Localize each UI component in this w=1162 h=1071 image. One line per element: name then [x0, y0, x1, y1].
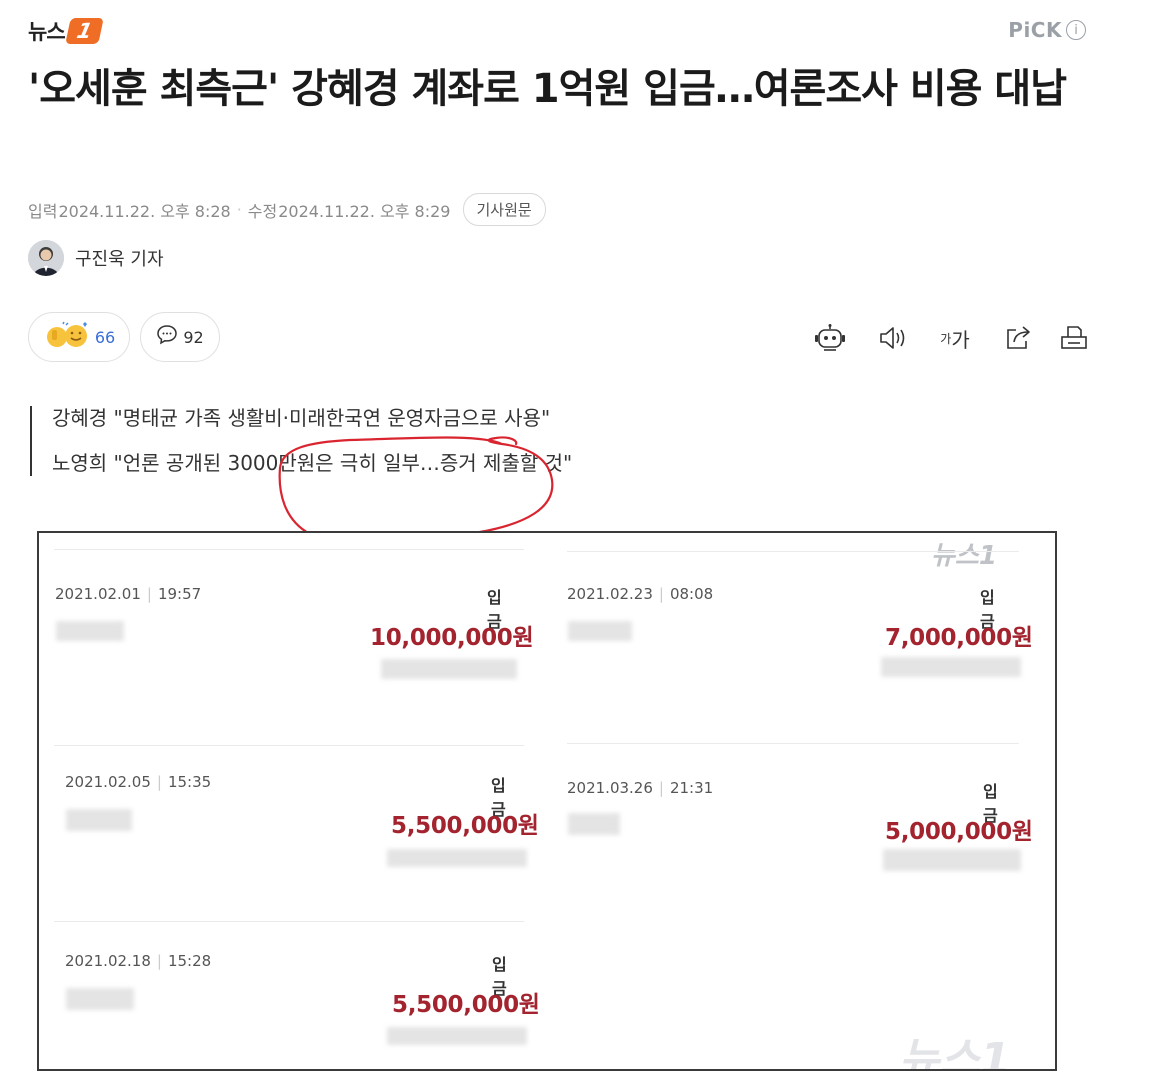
redacted-account — [387, 1027, 527, 1045]
redacted-name — [568, 621, 632, 641]
reaction-button[interactable]: 66 — [28, 312, 130, 362]
print-icon[interactable] — [1057, 321, 1091, 355]
txn-amount: 10,000,000원 — [370, 625, 534, 651]
article-title: '오세훈 최측근' 강혜경 계좌로 1억원 입금…여론조사 비용 대납 — [28, 66, 1067, 112]
divider — [567, 551, 1019, 552]
font-size-button[interactable]: 가가 — [935, 321, 975, 355]
original-article-button[interactable]: 기사원문 — [462, 193, 546, 226]
divider — [567, 743, 1019, 744]
txn-time-value: 21:31 — [669, 779, 714, 797]
redacted-account — [381, 659, 517, 679]
redacted-name — [568, 813, 620, 835]
meta-separator: · — [236, 200, 242, 219]
site-logo[interactable]: 뉴스 1 — [28, 16, 104, 46]
clap-emoji-icon — [43, 320, 91, 354]
edit-label: 수정 — [247, 201, 278, 221]
redacted-account — [883, 849, 1021, 871]
article-photo: 뉴스1 뉴스1 2021.02.01 | 19:57 입금 10,000,000원 … — [37, 531, 1057, 1071]
txn-time-value: 15:28 — [167, 952, 212, 970]
divider — [54, 745, 524, 746]
reaction-count: 66 — [94, 327, 116, 347]
txn-amount: 5,500,000원 — [392, 992, 540, 1018]
comment-icon — [156, 324, 178, 350]
txn-date: 2021.02.05 | 15:35 — [65, 773, 212, 791]
font-size-large-label: 가 — [951, 327, 970, 352]
logo-badge: 1 — [64, 18, 104, 44]
pick-label[interactable]: PiCK — [1008, 18, 1062, 42]
comment-count: 92 — [183, 327, 204, 347]
article-meta: 입력 2024.11.22. 오후 8:28 · 수정 2024.11.22. … — [28, 193, 546, 226]
summary-line-1: 강혜경 "명태균 가족 생활비·미래한국연 운영자금으로 사용" — [52, 406, 551, 430]
author-name: 구진욱 기자 — [75, 249, 164, 270]
share-icon[interactable] — [1001, 321, 1035, 355]
input-label: 입력 — [28, 201, 58, 221]
txn-date: 2021.02.18 | 15:28 — [65, 952, 212, 970]
txn-date: 2021.03.26 | 21:31 — [567, 779, 714, 797]
logo-text: 뉴스 — [28, 20, 66, 44]
txn-amount: 7,000,000원 — [885, 625, 1033, 651]
txn-date-value: 2021.03.26 — [567, 779, 653, 797]
speaker-icon[interactable] — [876, 321, 910, 355]
redacted-account — [881, 657, 1021, 677]
info-icon[interactable]: i — [1066, 20, 1086, 40]
txn-date-value: 2021.02.05 — [65, 773, 151, 791]
txn-amount: 5,500,000원 — [391, 813, 539, 839]
redacted-name — [66, 809, 132, 831]
divider — [54, 921, 524, 922]
avatar — [28, 240, 64, 276]
font-size-small-label: 가 — [940, 331, 952, 346]
txn-date-value: 2021.02.18 — [65, 952, 151, 970]
edit-time: 2024.11.22. 오후 8:29 — [278, 201, 451, 221]
redacted-account — [387, 849, 527, 867]
txn-date-value: 2021.02.23 — [567, 585, 653, 603]
txn-time-value: 19:57 — [157, 585, 202, 603]
txn-time-value: 08:08 — [669, 585, 714, 603]
photo-watermark-top: 뉴스1 — [931, 541, 997, 571]
robot-summary-icon[interactable] — [813, 321, 847, 355]
redacted-name — [56, 621, 124, 641]
photo-watermark-bottom: 뉴스1 — [899, 1034, 1011, 1071]
redacted-name — [66, 988, 134, 1010]
input-time: 2024.11.22. 오후 8:28 — [58, 201, 231, 221]
txn-time-value: 15:35 — [167, 773, 212, 791]
author-byline[interactable]: 구진욱 기자 — [28, 240, 164, 276]
txn-date: 2021.02.23 | 08:08 — [567, 585, 714, 603]
divider — [54, 549, 524, 550]
txn-amount: 5,000,000원 — [885, 819, 1033, 845]
txn-date: 2021.02.01 | 19:57 — [55, 585, 202, 603]
txn-date-value: 2021.02.01 — [55, 585, 141, 603]
comment-button[interactable]: 92 — [140, 312, 220, 362]
